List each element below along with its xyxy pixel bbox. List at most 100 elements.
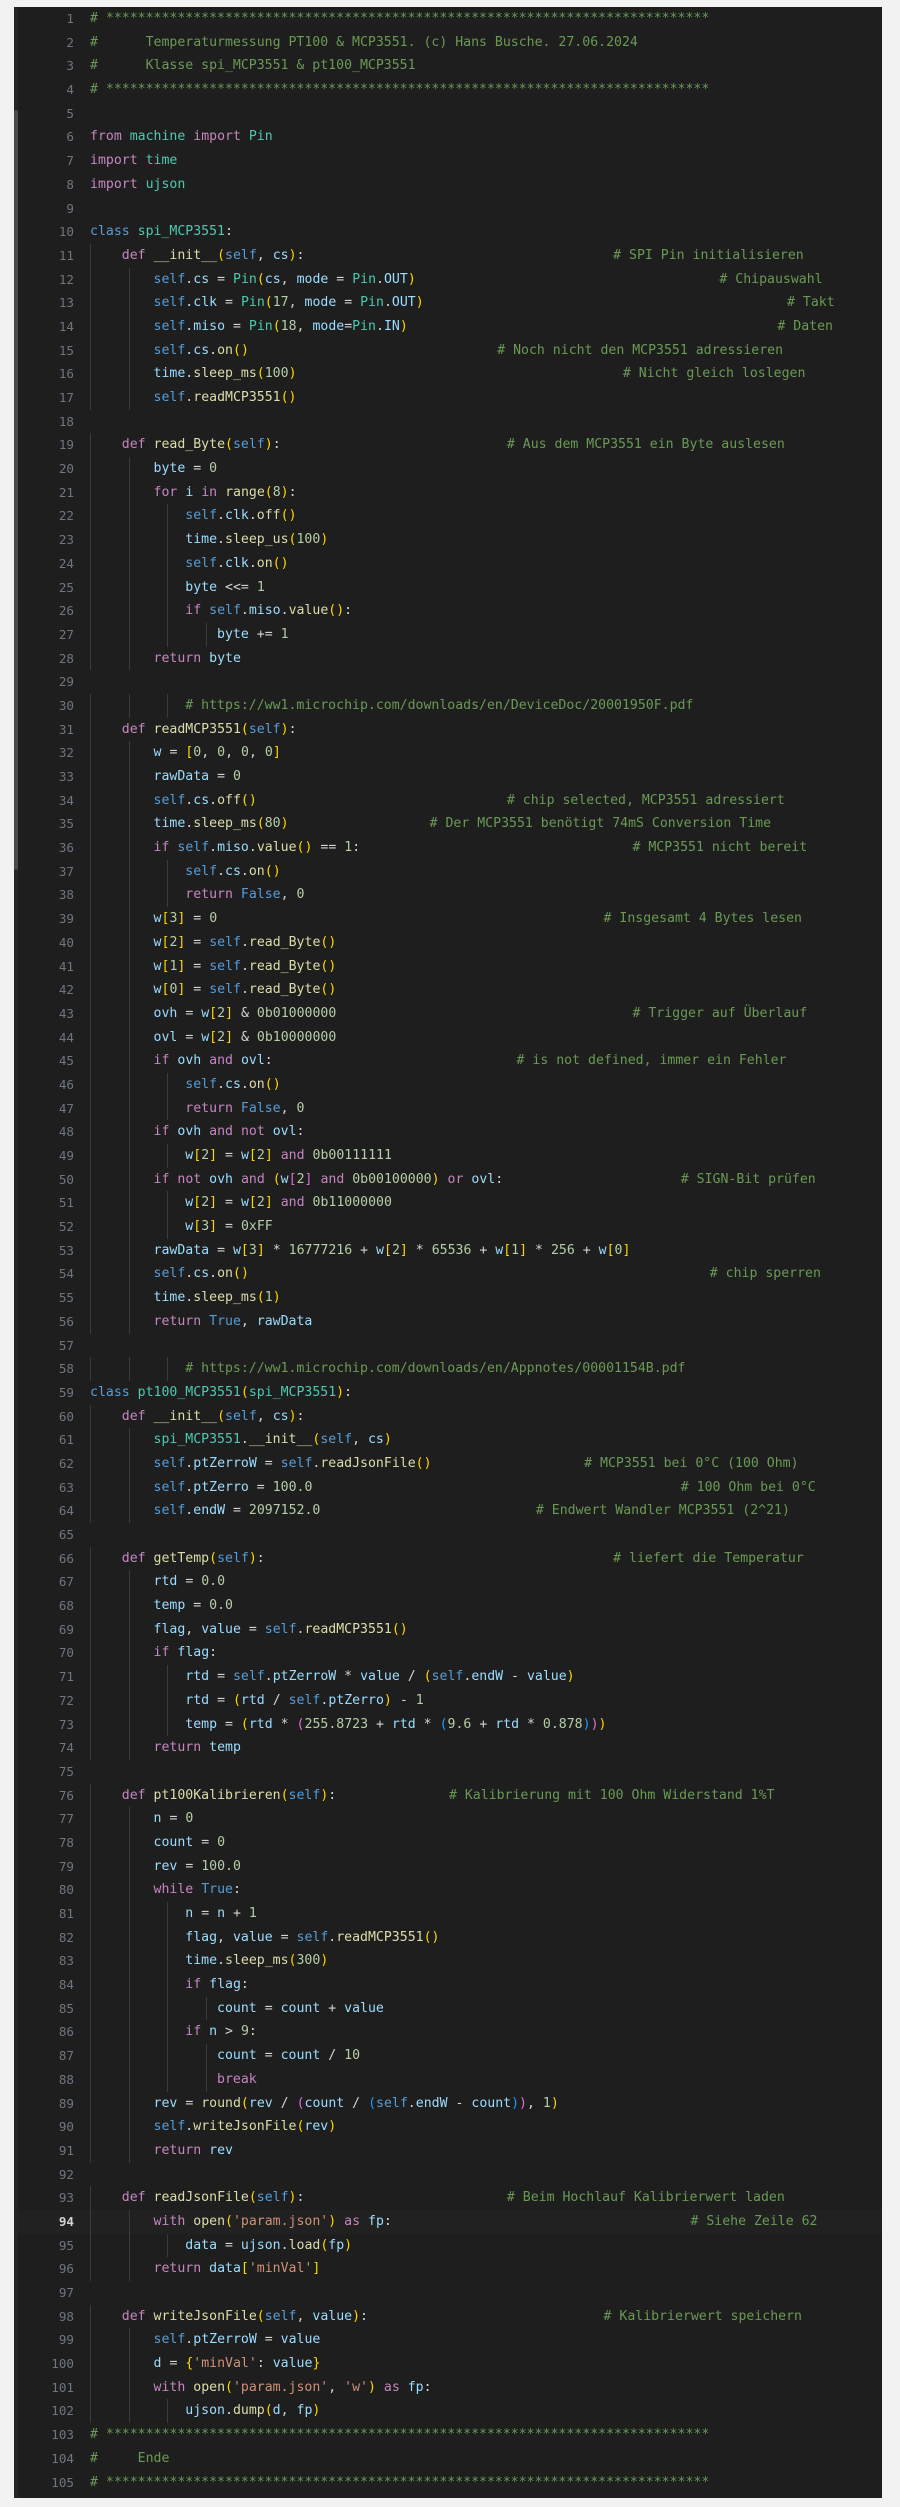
code-line[interactable]: 66 def getTemp(self): # liefert die Tempe… — [18, 1546, 882, 1571]
code-line[interactable]: 26 if self.miso.value(): — [18, 599, 882, 623]
code-line[interactable]: 5 — [18, 102, 882, 126]
code-line[interactable]: 82 flag, value = self.readMCP3551() — [18, 1925, 882, 1950]
code-line[interactable]: 71 rtd = self.ptZerroW * value / (self.e… — [18, 1665, 882, 1689]
code-line[interactable]: 9 — [18, 197, 882, 221]
code-line[interactable]: 86 if n > 9: — [18, 2020, 882, 2045]
code-line[interactable]: 24 self.clk.on() — [18, 551, 882, 576]
code-line[interactable]: 3 # Klasse spi_MCP3551 & pt100_MCP3551 — [18, 54, 882, 78]
code-line[interactable]: 92 — [18, 2163, 882, 2187]
code-line[interactable]: 80 while True: — [18, 1878, 882, 1902]
code-line[interactable]: 64 self.endW = 2097152.0 # Endwert Wandle… — [18, 1499, 882, 1523]
code-line[interactable]: 20 byte = 0 — [18, 457, 882, 481]
code-line[interactable]: 61 spi_MCP3551.__init__(self, cs) — [18, 1428, 882, 1452]
code-line[interactable]: 73 temp = (rtd * (255.8723 + rtd * (9.6 … — [18, 1712, 882, 1737]
code-line[interactable]: 52 w[3] = 0xFF — [18, 1215, 882, 1239]
code-line[interactable]: 85 count = count + value — [18, 1996, 882, 2021]
code-line[interactable]: 13 self.clk = Pin(17, mode = Pin.OUT) # T… — [18, 291, 882, 315]
code-line[interactable]: 18 — [18, 410, 882, 434]
code-line[interactable]: 49 w[2] = w[2] and 0b00111111 — [18, 1144, 882, 1168]
code-line[interactable]: 91 return rev — [18, 2138, 882, 2163]
code-line[interactable]: 93 def readJsonFile(self): # Beim Hochlau… — [18, 2186, 882, 2210]
code-line[interactable]: 76 def pt100Kalibrieren(self): # Kalibrie… — [18, 1783, 882, 1808]
code-line[interactable]: 14 self.miso = Pin(18, mode=Pin.IN) # Dat… — [18, 314, 882, 339]
code-line[interactable]: 77 n = 0 — [18, 1807, 882, 1831]
code-line[interactable]: 10 class spi_MCP3551: — [18, 220, 882, 244]
code-line[interactable]: 84 if flag: — [18, 1973, 882, 1997]
code-line[interactable]: 75 — [18, 1760, 882, 1784]
code-line[interactable]: 104 # Ende — [18, 2447, 882, 2471]
code-line[interactable]: 38 return False, 0 — [18, 883, 882, 908]
code-line[interactable]: 29 — [18, 670, 882, 694]
code-line[interactable]: 96 return data['minVal'] — [18, 2257, 882, 2281]
code-line[interactable]: 103 # ***********************************… — [18, 2423, 882, 2447]
code-line[interactable]: 39 w[3] = 0 # Insgesamt 4 Bytes lesen — [18, 907, 882, 931]
code-line[interactable]: 90 self.writeJsonFile(rev) — [18, 2115, 882, 2139]
code-line[interactable]: 21 for i in range(8): — [18, 480, 882, 505]
code-line[interactable]: 99 self.ptZerroW = value — [18, 2328, 882, 2353]
code-line[interactable]: 97 — [18, 2281, 882, 2305]
code-line[interactable]: 41 w[1] = self.read_Byte() — [18, 954, 882, 979]
code-line[interactable]: 47 return False, 0 — [18, 1096, 882, 1121]
code-line[interactable]: 22 self.clk.off() — [18, 504, 882, 529]
code-line[interactable]: 42 w[0] = self.read_Byte() — [18, 978, 882, 1002]
code-line[interactable]: 35 time.sleep_ms(80) # Der MCP3551 benöti… — [18, 812, 882, 837]
code-line[interactable]: 79 rev = 100.0 — [18, 1854, 882, 1879]
code-line[interactable]: 72 rtd = (rtd / self.ptZerro) - 1 — [18, 1688, 882, 1713]
code-line[interactable]: 68 temp = 0.0 — [18, 1594, 882, 1618]
code-line[interactable]: 37 self.cs.on() — [18, 859, 882, 884]
code-line[interactable]: 58 # https://ww1.microchip.com/downloads… — [18, 1357, 882, 1381]
code-line[interactable]: 31 def readMCP3551(self): — [18, 717, 882, 742]
code-line[interactable]: 25 byte <<= 1 — [18, 575, 882, 600]
code-line[interactable]: 11 def __init__(self, cs): # SPI Pin init… — [18, 243, 882, 268]
code-line[interactable]: 8 import ujson — [18, 173, 882, 197]
code-line[interactable]: 70 if flag: — [18, 1641, 882, 1666]
code-line[interactable]: 43 ovh = w[2] & 0b01000000 # Trigger auf … — [18, 1001, 882, 1026]
code-line[interactable]: 83 time.sleep_ms(300) — [18, 1949, 882, 1974]
code-text-area[interactable]: 1 # *************************************… — [18, 7, 882, 2498]
code-line[interactable]: 46 self.cs.on() — [18, 1072, 882, 1097]
code-line[interactable]: 55 time.sleep_ms(1) — [18, 1286, 882, 1310]
code-line[interactable]: 94 with open('param.json') as fp: # Siehe… — [18, 2209, 882, 2234]
code-line[interactable]: 87 count = count / 10 — [18, 2044, 882, 2068]
code-line[interactable]: 33 rawData = 0 — [18, 765, 882, 789]
code-line[interactable]: 57 — [18, 1334, 882, 1358]
code-line[interactable]: 98 def writeJsonFile(self, value): # Kali… — [18, 2304, 882, 2329]
code-line[interactable]: 28 return byte — [18, 646, 882, 671]
code-line[interactable]: 19 def read_Byte(self): # Aus dem MCP3551… — [18, 433, 882, 458]
code-line[interactable]: 30 # https://ww1.microchip.com/downloads… — [18, 693, 882, 718]
code-line[interactable]: 62 self.ptZerroW = self.readJsonFile() # … — [18, 1451, 882, 1476]
code-line[interactable]: 4 # *************************************… — [18, 78, 882, 102]
code-line[interactable]: 74 return temp — [18, 1736, 882, 1760]
code-line[interactable]: 44 ovl = w[2] & 0b10000000 — [18, 1025, 882, 1050]
code-line[interactable]: 16 time.sleep_ms(100) # Nicht gleich losl… — [18, 362, 882, 386]
code-line[interactable]: 45 if ovh and ovl: # is not defined, imme… — [18, 1049, 882, 1073]
code-line[interactable]: 59 class pt100_MCP3551(spi_MCP3551): — [18, 1381, 882, 1405]
code-line[interactable]: 56 return True, rawData — [18, 1309, 882, 1334]
code-line[interactable]: 50 if not ovh and (w[2] and 0b00100000) … — [18, 1167, 882, 1192]
code-line[interactable]: 12 self.cs = Pin(cs, mode = Pin.OUT) # Ch… — [18, 267, 882, 292]
code-line[interactable]: 32 w = [0, 0, 0, 0] — [18, 741, 882, 765]
code-line[interactable]: 95 data = ujson.load(fp) — [18, 2233, 882, 2258]
code-line[interactable]: 36 if self.miso.value() == 1: # MCP3551 n… — [18, 836, 882, 860]
code-line[interactable]: 54 self.cs.on() # chip sperren — [18, 1262, 882, 1287]
code-line[interactable]: 2 # Temperaturmessung PT100 & MCP3551. (c… — [18, 31, 882, 55]
code-line[interactable]: 105 # ***********************************… — [18, 2471, 882, 2495]
code-line[interactable]: 51 w[2] = w[2] and 0b11000000 — [18, 1191, 882, 1216]
code-line[interactable]: 69 flag, value = self.readMCP3551() — [18, 1617, 882, 1642]
code-line[interactable]: 27 byte += 1 — [18, 622, 882, 647]
code-line[interactable]: 6 from machine import Pin — [18, 125, 882, 149]
code-line[interactable]: 40 w[2] = self.read_Byte() — [18, 930, 882, 955]
code-line[interactable]: 48 if ovh and not ovl: — [18, 1120, 882, 1144]
code-line[interactable]: 15 self.cs.on() # Noch nicht den MCP3551 … — [18, 338, 882, 363]
code-line[interactable]: 88 break — [18, 2067, 882, 2092]
code-line[interactable]: 65 — [18, 1523, 882, 1547]
code-line[interactable]: 78 count = 0 — [18, 1830, 882, 1855]
code-line[interactable]: 102 ujson.dump(d, fp) — [18, 2399, 882, 2424]
code-line[interactable]: 89 rev = round(rev / (count / (self.endW… — [18, 2091, 882, 2116]
code-line[interactable]: 63 self.ptZerro = 100.0 # 100 Ohm bei 0°C — [18, 1475, 882, 1500]
code-line[interactable]: 67 rtd = 0.0 — [18, 1570, 882, 1595]
code-line[interactable]: 60 def __init__(self, cs): — [18, 1404, 882, 1429]
code-line[interactable]: 100 d = {'minVal': value} — [18, 2352, 882, 2376]
code-line[interactable]: 101 with open('param.json', 'w') as fp: — [18, 2375, 882, 2400]
code-line[interactable]: 53 rawData = w[3] * 16777216 + w[2] * 65… — [18, 1238, 882, 1263]
